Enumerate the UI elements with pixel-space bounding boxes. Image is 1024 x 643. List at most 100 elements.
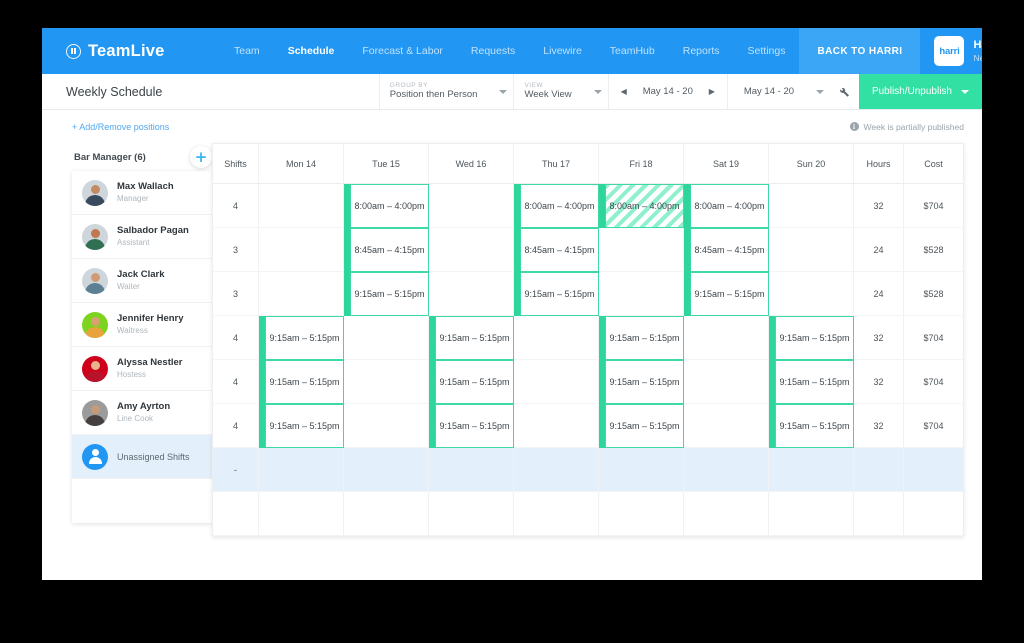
cell-fri[interactable] — [599, 228, 684, 271]
grid-header-row: Shifts Mon 14 Tue 15 Wed 16 Thu 17 Fri 1… — [213, 144, 963, 184]
list-item[interactable]: Alyssa Nestler Hostess — [72, 347, 212, 391]
cell-sat[interactable] — [684, 448, 769, 491]
cell-fri[interactable] — [599, 492, 684, 535]
cell-cost: $704 — [923, 420, 944, 431]
nav-item-schedule[interactable]: Schedule — [274, 28, 349, 74]
shift-block[interactable]: 8:00am – 4:00pm — [350, 184, 429, 228]
nav-item-forecast-labor[interactable]: Forecast & Labor — [348, 28, 457, 74]
cell-thu[interactable] — [514, 316, 599, 359]
cell-thu[interactable] — [514, 492, 599, 535]
cell-sun[interactable] — [769, 448, 854, 491]
shift-block[interactable]: 9:15am – 5:15pm — [435, 360, 514, 404]
person-role: Assistant — [117, 237, 150, 247]
list-item-unassigned[interactable]: Unassigned Shifts — [72, 435, 212, 479]
cell-mon[interactable] — [259, 184, 344, 227]
shift-block[interactable]: 8:45am – 4:15pm — [350, 228, 429, 272]
cell-wed[interactable] — [429, 492, 514, 535]
shift-block[interactable]: 8:45am – 4:15pm — [520, 228, 599, 272]
list-item[interactable]: Salbador Pagan Assistant — [72, 215, 212, 259]
shift-block[interactable]: 9:15am – 5:15pm — [265, 404, 344, 448]
shift-block[interactable]: 9:15am – 5:15pm — [605, 360, 684, 404]
list-item[interactable]: Jack Clark Waiter — [72, 259, 212, 303]
shift-block-unpublished[interactable]: 8:00am – 4:00pm — [605, 184, 684, 228]
cell-sun[interactable] — [769, 492, 854, 535]
cell-mon[interactable] — [259, 448, 344, 491]
shift-block[interactable]: 9:15am – 5:15pm — [605, 404, 684, 448]
cell-tue[interactable] — [344, 448, 429, 491]
nav-item-livewire[interactable]: Livewire — [529, 28, 596, 74]
cell-sun[interactable] — [769, 228, 854, 271]
cell-sat[interactable] — [684, 360, 769, 403]
list-item[interactable]: Amy Ayrton Line Cook — [72, 391, 212, 435]
next-week-button[interactable]: ▶ — [701, 87, 723, 96]
cell-thu[interactable] — [514, 448, 599, 491]
cell-mon[interactable] — [259, 492, 344, 535]
cell-sat[interactable] — [684, 316, 769, 359]
shift-block[interactable]: 9:15am – 5:15pm — [775, 404, 854, 448]
shift-block[interactable]: 9:15am – 5:15pm — [520, 272, 599, 316]
nav-item-teamhub[interactable]: TeamHub — [596, 28, 669, 74]
nav-item-reports[interactable]: Reports — [669, 28, 734, 74]
publish-unpublish-button[interactable]: Publish/Unpublish — [858, 74, 982, 109]
cell-wed[interactable] — [429, 184, 514, 227]
shift-block[interactable]: 9:15am – 5:15pm — [605, 316, 684, 360]
cell-hours: 24 — [854, 228, 904, 271]
cell-tue[interactable] — [344, 316, 429, 359]
cell-wed[interactable] — [429, 228, 514, 271]
cell-wed[interactable] — [429, 272, 514, 315]
shift-block[interactable]: 8:45am – 4:15pm — [690, 228, 769, 272]
group-by-selector[interactable]: GROUP BY Position then Person — [378, 74, 514, 109]
cell-tue[interactable] — [344, 360, 429, 403]
account-menu[interactable]: harri Harri Bar New York — [920, 28, 982, 74]
column-header-sun: Sun 20 — [769, 144, 854, 183]
cell-sat[interactable] — [684, 492, 769, 535]
cell-sun[interactable] — [769, 184, 854, 227]
person-role: Line Cook — [117, 413, 154, 423]
list-item[interactable]: Max Wallach Manager — [72, 171, 212, 215]
date-range-selector[interactable]: May 14 - 20 — [726, 74, 828, 109]
cell-thu[interactable] — [514, 360, 599, 403]
avatar — [82, 223, 108, 250]
shift-block[interactable]: 9:15am – 5:15pm — [265, 316, 344, 360]
shift-block[interactable]: 9:15am – 5:15pm — [350, 272, 429, 316]
nav-item-requests[interactable]: Requests — [457, 28, 529, 74]
shift-block[interactable]: 9:15am – 5:15pm — [775, 316, 854, 360]
prev-week-button[interactable]: ◀ — [613, 87, 635, 96]
shift-block[interactable]: 9:15am – 5:15pm — [775, 360, 854, 404]
plus-icon[interactable]: + — [190, 146, 212, 168]
cell-fri[interactable] — [599, 272, 684, 315]
cell-mon[interactable] — [259, 228, 344, 271]
cell-tue[interactable] — [344, 492, 429, 535]
wrench-icon[interactable] — [828, 74, 859, 109]
back-to-harri-button[interactable]: BACK TO HARRI — [799, 28, 921, 74]
cell-sat[interactable] — [684, 404, 769, 447]
cell-tue[interactable] — [344, 404, 429, 447]
brand-logo[interactable]: TeamLive — [42, 28, 220, 74]
shift-block[interactable]: 8:00am – 4:00pm — [690, 184, 769, 228]
avatar — [82, 355, 108, 382]
chevron-down-icon[interactable] — [593, 89, 602, 94]
chevron-down-icon[interactable] — [499, 89, 508, 94]
shift-block[interactable]: 8:00am – 4:00pm — [520, 184, 599, 228]
cell-hours — [854, 492, 904, 535]
shift-block[interactable]: 9:15am – 5:15pm — [435, 404, 514, 448]
view-selector[interactable]: VIEW Week View — [513, 74, 607, 109]
publish-status-text: Week is partially published — [863, 121, 964, 132]
cell-shifts: 4 — [213, 184, 259, 227]
list-item[interactable]: Jennifer Henry Waitress — [72, 303, 212, 347]
cell-shifts: 4 — [213, 404, 259, 447]
nav-item-team[interactable]: Team — [220, 28, 274, 74]
cell-wed[interactable] — [429, 448, 514, 491]
shift-block[interactable]: 9:15am – 5:15pm — [265, 360, 344, 404]
chevron-down-icon[interactable] — [815, 89, 824, 94]
cell-thu[interactable] — [514, 404, 599, 447]
add-remove-positions-link[interactable]: + Add/Remove positions — [72, 122, 169, 132]
person-name: Jack Clark — [117, 268, 165, 280]
date-range-primary: May 14 - 20 — [642, 86, 693, 97]
cell-sun[interactable] — [769, 272, 854, 315]
shift-block[interactable]: 9:15am – 5:15pm — [435, 316, 514, 360]
cell-fri[interactable] — [599, 448, 684, 491]
nav-item-settings[interactable]: Settings — [734, 28, 800, 74]
cell-mon[interactable] — [259, 272, 344, 315]
shift-block[interactable]: 9:15am – 5:15pm — [690, 272, 769, 316]
